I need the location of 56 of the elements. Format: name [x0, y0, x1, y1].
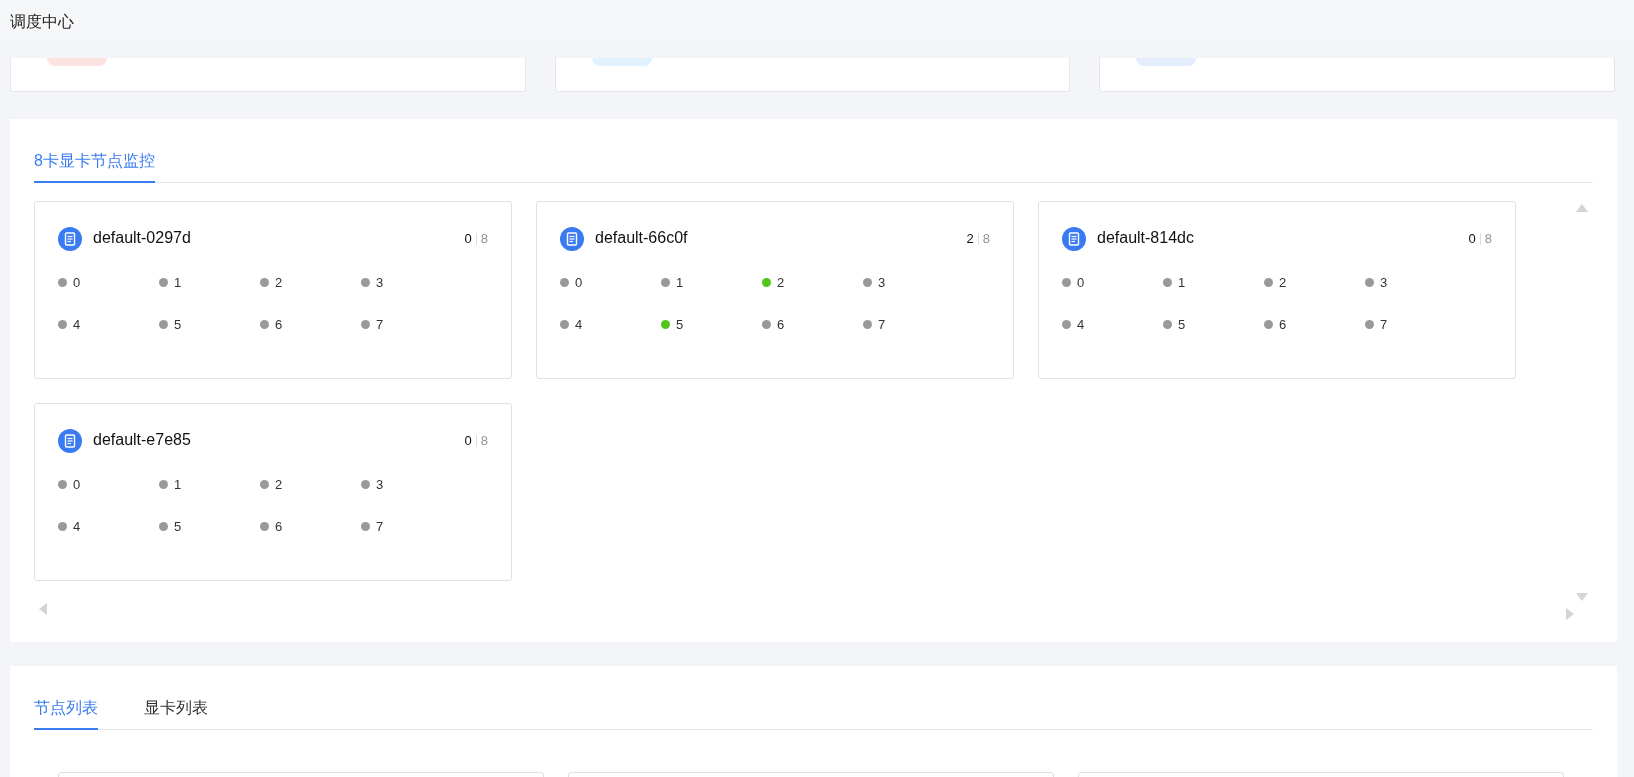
node-name: default-814dc [1097, 228, 1194, 248]
node-name: default-0297d [93, 228, 191, 248]
gpu-label: 7 [376, 315, 384, 334]
gpu-label: 0 [575, 274, 583, 292]
gpu-label: 1 [1178, 274, 1186, 292]
gpu-label: 4 [1077, 315, 1085, 334]
scroll-right-icon[interactable] [1566, 608, 1574, 620]
gpu-label: 2 [275, 476, 283, 494]
node-name: default-66c0f [595, 228, 688, 248]
node-name: default-e7e85 [93, 430, 191, 450]
tab[interactable]: 显卡列表 [144, 696, 208, 730]
gpu-label: 5 [676, 315, 684, 334]
gpu-label: 0 [73, 274, 81, 292]
total-count: 8 [1484, 230, 1492, 249]
total-count: 8 [982, 230, 990, 249]
document-icon [58, 227, 82, 251]
document-icon [1062, 227, 1086, 251]
used-count: 2 [966, 230, 974, 249]
document-icon [58, 429, 82, 453]
scroll-down-icon[interactable] [1576, 593, 1588, 601]
gpu-label: 1 [174, 476, 182, 494]
gpu-label: 7 [1380, 315, 1388, 334]
gpu-label: 0 [1077, 274, 1085, 292]
scroll-left-icon[interactable] [39, 603, 47, 615]
gpu-label: 1 [174, 274, 182, 292]
gpu-label: 4 [575, 315, 583, 334]
used-count: 0 [464, 230, 472, 249]
gpu-label: 6 [275, 517, 283, 536]
tab[interactable]: 8卡显卡节点监控 [34, 149, 155, 183]
gpu-label: 6 [275, 315, 283, 334]
gpu-label: 1 [676, 274, 684, 292]
page-title: 调度中心 [10, 13, 74, 30]
total-count: 8 [480, 230, 488, 249]
used-count: 0 [464, 432, 472, 451]
used-count: 0 [1468, 230, 1476, 249]
gpu-label: 3 [376, 274, 384, 292]
gpu-label: 6 [1279, 315, 1287, 334]
gpu-label: 2 [777, 274, 785, 292]
gpu-label: 0 [73, 476, 81, 494]
document-icon [560, 227, 584, 251]
gpu-label: 2 [1279, 274, 1287, 292]
gpu-label: 3 [1380, 274, 1388, 292]
gpu-label: 7 [376, 517, 384, 536]
gpu-label: 4 [73, 517, 81, 536]
gpu-label: 6 [777, 315, 785, 334]
gpu-label: 5 [174, 517, 182, 536]
gpu-label: 2 [275, 274, 283, 292]
gpu-label: 4 [73, 315, 81, 334]
gpu-label: 3 [878, 274, 886, 292]
gpu-label: 5 [174, 315, 182, 334]
gpu-label: 5 [1178, 315, 1186, 334]
scroll-up-icon[interactable] [1576, 204, 1588, 212]
total-count: 8 [480, 432, 488, 451]
tab[interactable]: 节点列表 [34, 696, 98, 730]
gpu-label: 3 [376, 476, 384, 494]
gpu-label: 7 [878, 315, 886, 334]
